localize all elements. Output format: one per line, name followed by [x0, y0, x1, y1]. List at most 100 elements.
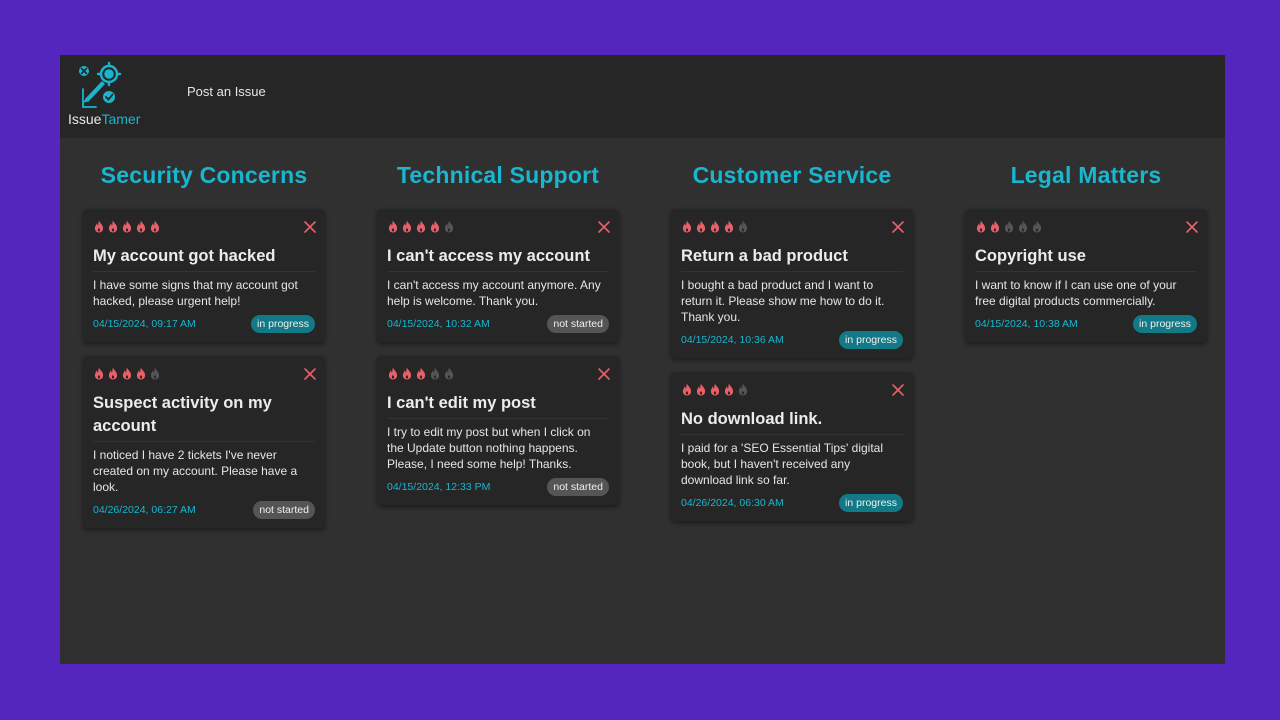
status-badge[interactable]: not started — [253, 501, 315, 519]
flame-icon — [709, 381, 721, 396]
status-badge[interactable]: in progress — [251, 315, 315, 333]
issue-tamer-logo-icon — [79, 61, 122, 108]
issue-description: I noticed I have 2 tickets I've never cr… — [93, 448, 298, 494]
priority-rating — [681, 381, 903, 397]
issue-date: 04/15/2024, 10:32 AM — [387, 318, 490, 330]
flame-icon — [415, 218, 427, 233]
column-security-concerns: Security Concerns My account got hacked I… — [83, 155, 325, 528]
issue-title: Return a bad product — [681, 245, 903, 272]
issue-date: 04/26/2024, 06:30 AM — [681, 497, 784, 509]
priority-rating — [975, 218, 1197, 234]
flame-icon — [695, 381, 707, 396]
logo-text: IssueTamer — [68, 111, 140, 127]
flame-icon — [1003, 218, 1015, 233]
column-customer-service: Customer Service Return a bad product I b… — [671, 155, 913, 521]
logo-text-tamer: Tamer — [101, 111, 141, 127]
issue-description: I bought a bad product and I want to ret… — [681, 278, 885, 324]
flame-icon — [149, 218, 161, 233]
issue-footer: 04/15/2024, 10:36 AM in progress — [681, 331, 903, 349]
close-icon[interactable] — [303, 219, 317, 233]
flame-icon — [401, 218, 413, 233]
issue-footer: 04/26/2024, 06:27 AM not started — [93, 501, 315, 519]
column-title: Technical Support — [396, 162, 600, 188]
issue-date: 04/15/2024, 12:33 PM — [387, 481, 491, 493]
issue-date: 04/26/2024, 06:27 AM — [93, 504, 196, 516]
flame-icon — [1031, 218, 1043, 233]
issue-card[interactable]: I can't edit my post I try to edit my pos… — [377, 356, 619, 505]
issue-title: I can't edit my post — [387, 392, 609, 419]
status-badge[interactable]: in progress — [1133, 315, 1197, 333]
priority-rating — [93, 218, 315, 234]
issue-date: 04/15/2024, 09:17 AM — [93, 318, 196, 330]
close-icon[interactable] — [597, 219, 611, 233]
issue-date: 04/15/2024, 10:38 AM — [975, 318, 1078, 330]
logo-text-issue: Issue — [68, 111, 102, 127]
flame-icon — [93, 365, 105, 380]
flame-icon — [737, 218, 749, 233]
nav-post-issue-link[interactable]: Post an Issue — [187, 84, 266, 99]
column-title: Security Concerns — [100, 162, 308, 188]
issue-card[interactable]: Return a bad product I bought a bad produ… — [671, 209, 913, 358]
column-legal-matters: Legal Matters Copyright use I want to kno… — [965, 155, 1207, 342]
close-icon[interactable] — [597, 366, 611, 380]
column-title: Legal Matters — [1010, 162, 1162, 188]
status-badge[interactable]: in progress — [839, 331, 903, 349]
column-title: Customer Service — [692, 162, 892, 188]
flame-icon — [401, 365, 413, 380]
app-window: IssueTamer Post an Issue Security Concer… — [60, 55, 1225, 664]
flame-icon — [723, 218, 735, 233]
close-icon[interactable] — [1185, 219, 1199, 233]
issue-title: Suspect activity on my account — [93, 392, 315, 442]
flame-icon — [121, 365, 133, 380]
flame-icon — [443, 218, 455, 233]
close-icon[interactable] — [303, 366, 317, 380]
issue-card[interactable]: Copyright use I want to know if I can use… — [965, 209, 1207, 342]
flame-icon — [121, 218, 133, 233]
flame-icon — [681, 381, 693, 396]
issue-description: I want to know if I can use one of your … — [975, 278, 1177, 308]
issue-description: I paid for a 'SEO Essential Tips' digita… — [681, 441, 884, 487]
flame-icon — [429, 218, 441, 233]
issue-footer: 04/15/2024, 09:17 AM in progress — [93, 315, 315, 333]
flame-icon — [1017, 218, 1029, 233]
issue-title: I can't access my account — [387, 245, 609, 272]
flame-icon — [107, 218, 119, 233]
priority-rating — [387, 365, 609, 381]
priority-rating — [681, 218, 903, 234]
issue-description: I try to edit my post but when I click o… — [387, 425, 591, 471]
flame-icon — [387, 365, 399, 380]
issue-footer: 04/15/2024, 12:33 PM not started — [387, 478, 609, 496]
flame-icon — [695, 218, 707, 233]
flame-icon — [135, 218, 147, 233]
issue-card[interactable]: Suspect activity on my account I noticed … — [83, 356, 325, 528]
status-badge[interactable]: not started — [547, 315, 609, 333]
issue-card[interactable]: I can't access my account I can't access … — [377, 209, 619, 342]
flame-icon — [93, 218, 105, 233]
flame-icon — [387, 218, 399, 233]
issue-title: Copyright use — [975, 245, 1197, 272]
issue-footer: 04/26/2024, 06:30 AM in progress — [681, 494, 903, 512]
flame-icon — [975, 218, 987, 233]
flame-icon — [681, 218, 693, 233]
priority-rating — [93, 365, 315, 381]
column-technical-support: Technical Support I can't access my acco… — [377, 155, 619, 505]
issue-description: I can't access my account anymore. Any h… — [387, 278, 601, 308]
status-badge[interactable]: not started — [547, 478, 609, 496]
issue-footer: 04/15/2024, 10:38 AM in progress — [975, 315, 1197, 333]
top-navbar: IssueTamer Post an Issue — [60, 55, 1225, 138]
flame-icon — [709, 218, 721, 233]
logo[interactable]: IssueTamer — [68, 61, 148, 131]
flame-icon — [415, 365, 427, 380]
issue-card[interactable]: My account got hacked I have some signs t… — [83, 209, 325, 342]
status-badge[interactable]: in progress — [839, 494, 903, 512]
close-icon[interactable] — [891, 382, 905, 396]
issue-card[interactable]: No download link. I paid for a 'SEO Essen… — [671, 372, 913, 521]
issue-description: I have some signs that my account got ha… — [93, 278, 298, 308]
issue-title: No download link. — [681, 408, 903, 435]
flame-icon — [737, 381, 749, 396]
flame-icon — [723, 381, 735, 396]
flame-icon — [429, 365, 441, 380]
flame-icon — [989, 218, 1001, 233]
priority-rating — [387, 218, 609, 234]
close-icon[interactable] — [891, 219, 905, 233]
